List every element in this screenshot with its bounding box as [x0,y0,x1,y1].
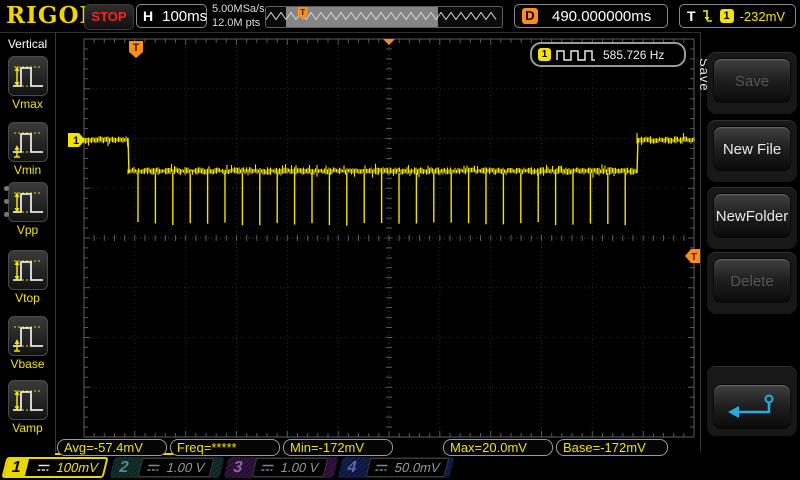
top-status-bar: RIGOL STOP H 100ms 5.00MSa/s 12.0M pts T… [0,0,800,33]
vmax-icon [7,56,48,96]
left-menu-item-vmin[interactable]: Vmin [0,122,55,177]
delay-box: D 490.000000ms [514,4,668,28]
channel-number: 1 [3,459,29,476]
menu-page-dot [4,186,9,191]
left-menu-item-label: Vmin [13,163,42,177]
right-save-menu: Save Save New File NewFolder Delete [697,32,800,452]
left-menu-title: Vertical [7,37,48,51]
measurement-avg: Avg=-57.4mV [57,439,167,456]
svg-text:T: T [133,42,140,54]
newfolder-button[interactable]: NewFolder [713,193,791,238]
memory-position-preview: T [265,6,503,28]
trigger-source-badge: 1 [719,9,734,23]
left-menu-item-label: Vmax [12,97,43,111]
channel-1-indicator[interactable]: 1 100mV [1,457,109,478]
acquisition-info: 5.00MSa/s 12.0M pts [212,2,265,30]
left-menu-item-label: Vbase [10,357,45,371]
channel-scale: 100mV [54,460,100,475]
sample-rate: 5.00MSa/s [212,3,265,15]
measurement-base: Base=-172mV [556,439,668,456]
dc-coupling-icon [147,464,160,471]
svg-text:1: 1 [73,135,79,147]
dc-coupling-icon [36,464,50,471]
return-arrow-icon [728,394,774,418]
vbase-icon [7,316,48,356]
channel-scale: 50.0mV [393,460,442,475]
oscilloscope-screen: 1 T T RIGOL STOP H 100ms 5.00MSa/s 12.0M p… [0,0,800,480]
square-wave-icon [556,49,595,61]
memory-depth: 12.0M pts [212,17,261,29]
delay-value: 490.000000ms [552,7,652,25]
left-menu-item-vbase[interactable]: Vbase [0,316,55,371]
trigger-level-value: -232mV [739,8,786,24]
channel-3-indicator[interactable]: 3 1.00 V [223,457,339,478]
svg-text:T: T [300,8,305,17]
left-measure-menu: Vertical Vmax Vmin Vpp Vtop Vbase Vamp [0,32,56,452]
channel-scale-box: 1.00 V [251,458,328,477]
measurement-min: Min=-172mV [283,439,393,456]
menu-page-dot [4,199,9,204]
save-button[interactable]: Save [713,58,791,103]
measurement-max: Max=20.0mV [443,439,553,456]
channel-number: 4 [345,459,359,476]
trigger-box: T 1 -232mV [679,4,796,28]
channel-scale-box: 50.0mV [365,458,450,477]
center-time-indicator [383,39,395,45]
vamp-icon [7,380,48,420]
left-menu-item-label: Vtop [15,291,40,305]
channel1-level-marker[interactable]: 1 [68,133,85,147]
measurement-freq: Freq=***** [170,439,280,456]
vmin-icon [7,122,48,162]
channel-scale: 1.00 V [279,460,321,475]
frequency-counter: 1 585.726 Hz [530,42,686,67]
left-menu-item-label: Vpp [16,223,39,237]
dc-coupling-icon [261,464,274,471]
new-file-button[interactable]: New File [713,126,791,171]
channel-2-indicator[interactable]: 2 1.00 V [109,457,225,478]
trigger-position-marker[interactable]: T [129,41,143,58]
timebase-value: 100ms [162,7,208,25]
run-state-indicator: STOP [84,4,134,30]
left-menu-item-vamp[interactable]: Vamp [0,380,55,435]
svg-text:T: T [691,252,697,263]
horizontal-timebase-box: H 100ms [136,4,207,28]
left-menu-item-label: Vamp [12,421,43,435]
dc-coupling-icon [375,464,388,471]
return-button[interactable] [713,384,791,429]
falling-edge-icon [702,10,712,22]
trigger-label: T [687,8,696,24]
channel-scale-box: 1.00 V [137,458,214,477]
freq-counter-source-badge: 1 [538,48,551,61]
channel-number: 2 [117,459,131,476]
menu-page-dot [4,212,9,217]
freq-counter-value: 585.726 Hz [603,47,665,62]
channel-4-indicator[interactable]: 4 50.0mV [337,457,455,478]
delay-label: D [522,8,538,24]
channel-number: 3 [231,459,245,476]
vpp-icon [7,182,48,222]
delete-button[interactable]: Delete [713,258,791,303]
horizontal-label: H [143,8,154,24]
channel-scale: 1.00 V [165,460,207,475]
preview-waveform: T [266,7,497,21]
vtop-icon [7,250,48,290]
channel-status-bar: 1 100mV 2 1.00 V 3 1.00 V 4 50.0mV [0,455,800,480]
left-menu-item-vmax[interactable]: Vmax [0,56,55,111]
waveform-display: 1 T T [68,38,702,438]
left-menu-item-vtop[interactable]: Vtop [0,250,55,305]
channel-scale-box: 100mV [29,459,106,476]
